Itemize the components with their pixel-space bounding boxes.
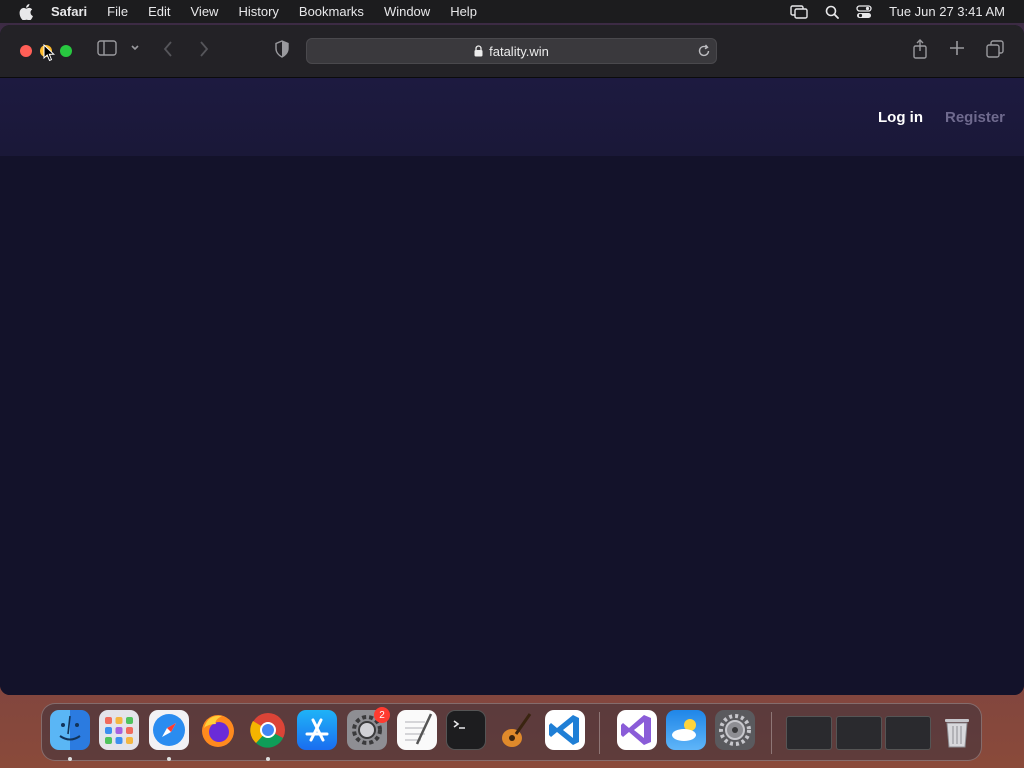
- dock-divider: [599, 712, 600, 754]
- back-arrow-icon[interactable]: [162, 40, 174, 58]
- vscode-icon[interactable]: [545, 710, 585, 750]
- address-bar[interactable]: fatality.win: [306, 38, 717, 64]
- login-link[interactable]: Log in: [878, 109, 923, 126]
- share-icon[interactable]: [912, 39, 928, 59]
- sidebar-toggle-icon[interactable]: [97, 40, 117, 56]
- system-preferences-badge: 2: [374, 707, 390, 723]
- tab-group-chevron-down-icon[interactable]: [130, 44, 140, 52]
- close-window-button[interactable]: [20, 45, 32, 57]
- dock-divider-2: [771, 712, 772, 754]
- safari-icon[interactable]: [149, 710, 189, 750]
- trash-icon[interactable]: [937, 710, 977, 750]
- menu-view[interactable]: View: [191, 4, 219, 19]
- launchpad-icon[interactable]: [99, 710, 139, 750]
- forward-arrow-icon[interactable]: [198, 40, 210, 58]
- settings-gear-icon[interactable]: [715, 710, 755, 750]
- menu-help[interactable]: Help: [450, 4, 477, 19]
- apple-icon[interactable]: [19, 3, 33, 20]
- lock-icon: [474, 45, 483, 57]
- privacy-shield-icon[interactable]: [274, 40, 290, 58]
- safari-window: fatality.win Log in Register: [0, 25, 1024, 695]
- menu-file[interactable]: File: [107, 4, 128, 19]
- minimized-window-thumbnail[interactable]: [836, 716, 882, 750]
- menu-clock[interactable]: Tue Jun 27 3:41 AM: [889, 4, 1005, 19]
- register-link[interactable]: Register: [945, 109, 1005, 126]
- dock: 2: [41, 703, 982, 761]
- screen-mirroring-icon[interactable]: [790, 4, 808, 19]
- firefox-icon[interactable]: [198, 710, 238, 750]
- terminal-icon[interactable]: [446, 710, 486, 750]
- menu-bookmarks[interactable]: Bookmarks: [299, 4, 364, 19]
- menu-history[interactable]: History: [238, 4, 278, 19]
- app-store-icon[interactable]: [297, 710, 337, 750]
- web-page: Log in Register: [0, 78, 1024, 695]
- finder-running-indicator: [68, 757, 72, 761]
- site-header: Log in Register: [0, 78, 1024, 156]
- reload-icon[interactable]: [697, 44, 711, 61]
- safari-running-indicator: [167, 757, 171, 761]
- chrome-icon[interactable]: [248, 710, 288, 750]
- new-tab-plus-icon[interactable]: [949, 40, 965, 56]
- browser-toolbar: fatality.win: [0, 25, 1024, 78]
- spotlight-search-icon[interactable]: [825, 5, 840, 19]
- visual-studio-icon[interactable]: [617, 710, 657, 750]
- menu-app-name[interactable]: Safari: [51, 4, 87, 19]
- menu-edit[interactable]: Edit: [148, 4, 170, 19]
- weather-icon[interactable]: [666, 710, 706, 750]
- tab-overview-icon[interactable]: [986, 40, 1004, 58]
- garageband-icon[interactable]: [496, 710, 536, 750]
- textedit-icon[interactable]: [397, 710, 437, 750]
- minimized-window-thumbnail[interactable]: [885, 716, 931, 750]
- url-text: fatality.win: [489, 43, 549, 59]
- menu-window[interactable]: Window: [384, 4, 430, 19]
- mouse-cursor-icon: [43, 43, 56, 67]
- control-center-icon[interactable]: [856, 4, 872, 19]
- finder-icon[interactable]: [50, 710, 90, 750]
- minimized-window-thumbnail[interactable]: [786, 716, 832, 750]
- menu-bar: Safari File Edit View History Bookmarks …: [0, 0, 1024, 23]
- chrome-running-indicator: [266, 757, 270, 761]
- zoom-window-button[interactable]: [60, 45, 72, 57]
